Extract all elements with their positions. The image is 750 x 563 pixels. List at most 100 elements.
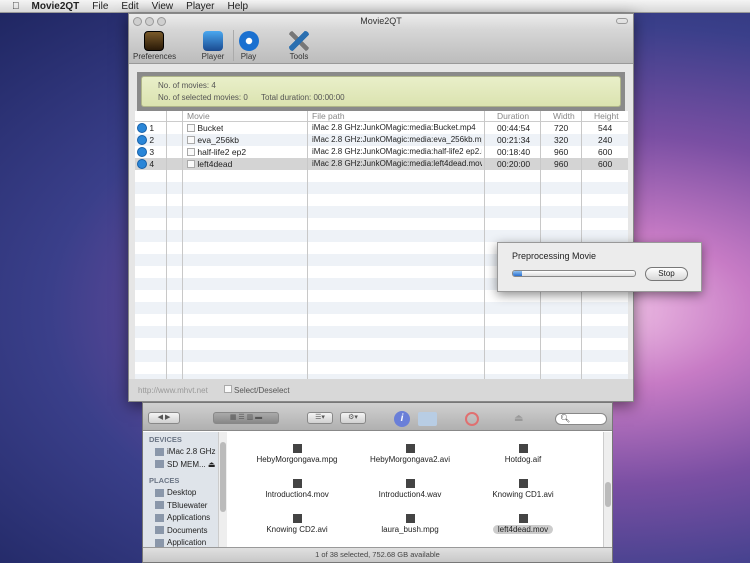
file-item[interactable]: Knowing CD2.avi <box>237 514 357 534</box>
table-row[interactable]: 4 left4dead iMac 2.8 GHz:JunkOMagic:medi… <box>135 158 628 170</box>
menu-edit[interactable]: Edit <box>121 1 138 12</box>
select-deselect-checkbox[interactable]: Select/Deselect <box>223 385 290 395</box>
row-number: 4 <box>149 159 155 169</box>
row-checkbox[interactable] <box>187 123 195 132</box>
empty-row <box>135 362 628 374</box>
apple-menu-icon[interactable]:  <box>12 1 20 12</box>
file-item[interactable]: Introduction4.mov <box>237 479 357 499</box>
empty-row <box>135 194 628 206</box>
view-mode-buttons[interactable]: ▦ ☰ ▥ ▬ <box>213 412 279 424</box>
empty-row <box>135 170 628 182</box>
finder-window: ◀ ▶ ▦ ☰ ▥ ▬ ☰▾ ⚙▾ i ⏏ 🔍︎ DEVICES iMac 2.8… <box>142 402 613 563</box>
info-icon[interactable]: i <box>394 411 410 427</box>
row-number: 2 <box>149 135 155 145</box>
width: 720 <box>554 123 569 133</box>
sidebar-device[interactable]: SD MEM... ⏏ <box>143 459 227 472</box>
file-path: iMac 2.8 GHz:JunkOMagic:media:Bucket.mp4 <box>312 123 476 132</box>
file-icon <box>405 479 415 488</box>
sidebar-place[interactable]: TBluewater <box>143 500 227 513</box>
action-gear-button[interactable]: ⚙▾ <box>340 412 366 424</box>
total-duration: Total duration: 00:00:00 <box>261 93 345 102</box>
menu-bar:  Movie2QT File Edit View Player Help <box>0 0 750 13</box>
width: 960 <box>554 159 569 169</box>
file-item[interactable]: Introduction4.wav <box>350 479 470 499</box>
row-checkbox[interactable] <box>187 135 195 144</box>
row-number: 1 <box>149 123 155 133</box>
folder-icon <box>155 513 164 522</box>
search-icon: 🔍︎ <box>560 414 571 423</box>
file-icon <box>518 479 528 488</box>
file-path: iMac 2.8 GHz:JunkOMagic:media:left4dead.… <box>312 159 482 168</box>
height: 600 <box>598 147 613 157</box>
preferences-button[interactable]: Preferences <box>133 30 176 61</box>
info-panel: No. of movies: 4 No. of selected movies:… <box>137 72 625 112</box>
minimize-button[interactable] <box>145 17 154 26</box>
row-checkbox[interactable] <box>187 147 195 156</box>
menu-view[interactable]: View <box>152 1 174 12</box>
file-item[interactable]: left4dead.mov <box>463 514 583 534</box>
zoom-button[interactable] <box>157 17 166 26</box>
col-duration[interactable]: Duration <box>497 111 529 122</box>
menu-help[interactable]: Help <box>228 1 249 12</box>
toolbar-toggle-button[interactable] <box>616 18 628 24</box>
eject-icon[interactable]: ⏏ <box>514 413 523 424</box>
movie-name: eva_256kb <box>197 135 239 145</box>
selected-count: No. of selected movies: 0 <box>158 93 248 102</box>
empty-row <box>135 206 628 218</box>
back-forward-buttons[interactable]: ◀ ▶ <box>148 412 180 424</box>
file-icon <box>518 444 528 453</box>
arrange-button[interactable]: ☰▾ <box>307 412 333 424</box>
duration: 00:44:54 <box>497 123 531 133</box>
file-item[interactable]: laura_bush.mpg <box>350 514 470 534</box>
sidebar-scrollbar[interactable] <box>218 432 227 549</box>
files-scrollbar[interactable] <box>603 432 612 549</box>
drive-icon <box>155 460 164 469</box>
duration: 00:18:40 <box>497 147 531 157</box>
close-button[interactable] <box>133 17 142 26</box>
sidebar-place[interactable]: Documents <box>143 525 227 538</box>
file-item[interactable]: Knowing CD1.avi <box>463 479 583 499</box>
website-link[interactable]: http://www.mhvt.net <box>138 386 208 395</box>
col-width[interactable]: Width <box>553 111 575 122</box>
menu-file[interactable]: File <box>92 1 108 12</box>
tools-button[interactable]: Tools <box>283 30 315 61</box>
delete-icon[interactable] <box>465 412 479 426</box>
play-icon <box>238 31 259 51</box>
sidebar-place[interactable]: Desktop <box>143 487 227 500</box>
player-button[interactable]: Player <box>197 30 229 61</box>
file-item[interactable]: HebyMorgongava2.avi <box>350 444 470 464</box>
finder-toolbar: ◀ ▶ ▦ ☰ ▥ ▬ ☰▾ ⚙▾ i ⏏ 🔍︎ <box>143 403 612 431</box>
empty-row <box>135 326 628 338</box>
file-item[interactable]: HebyMorgongava.mpg <box>237 444 357 464</box>
eject-icon[interactable]: ⏏ <box>208 460 216 469</box>
preprocessing-dialog: Preprocessing Movie Stop <box>497 242 702 292</box>
stop-button[interactable]: Stop <box>645 267 688 281</box>
column-divider <box>166 111 167 381</box>
table-row[interactable]: 1 Bucket iMac 2.8 GHz:JunkOMagic:media:B… <box>135 122 628 134</box>
row-checkbox[interactable] <box>187 159 195 168</box>
sidebar-device[interactable]: iMac 2.8 GHz <box>143 446 227 459</box>
menu-app[interactable]: Movie2QT <box>32 1 80 12</box>
table-row[interactable]: 3 half-life2 ep2 iMac 2.8 GHz:JunkOMagic… <box>135 146 628 158</box>
finder-status: 1 of 38 selected, 752.68 GB available <box>143 547 612 562</box>
col-file-path[interactable]: File path <box>312 111 345 122</box>
play-button[interactable]: Play <box>233 30 263 61</box>
search-field[interactable]: 🔍︎ <box>555 413 607 425</box>
duration: 00:20:00 <box>497 159 531 169</box>
quicktime-icon <box>137 146 147 157</box>
folder-icon <box>155 538 164 547</box>
file-icon <box>518 514 528 523</box>
col-height[interactable]: Height <box>594 111 619 122</box>
drive-icon <box>155 447 164 456</box>
file-path: iMac 2.8 GHz:JunkOMagic:media:eva_256kb.… <box>312 135 482 144</box>
col-movie[interactable]: Movie <box>187 111 210 122</box>
height: 240 <box>598 135 613 145</box>
movie-name: Bucket <box>197 123 224 133</box>
table-row[interactable]: 2 eva_256kb iMac 2.8 GHz:JunkOMagic:medi… <box>135 134 628 146</box>
preferences-icon <box>144 31 164 51</box>
menu-player[interactable]: Player <box>186 1 214 12</box>
column-divider <box>484 111 485 381</box>
sidebar-place[interactable]: Applications <box>143 512 227 525</box>
new-folder-icon[interactable] <box>418 412 437 426</box>
file-item[interactable]: Hotdog.aif <box>463 444 583 464</box>
